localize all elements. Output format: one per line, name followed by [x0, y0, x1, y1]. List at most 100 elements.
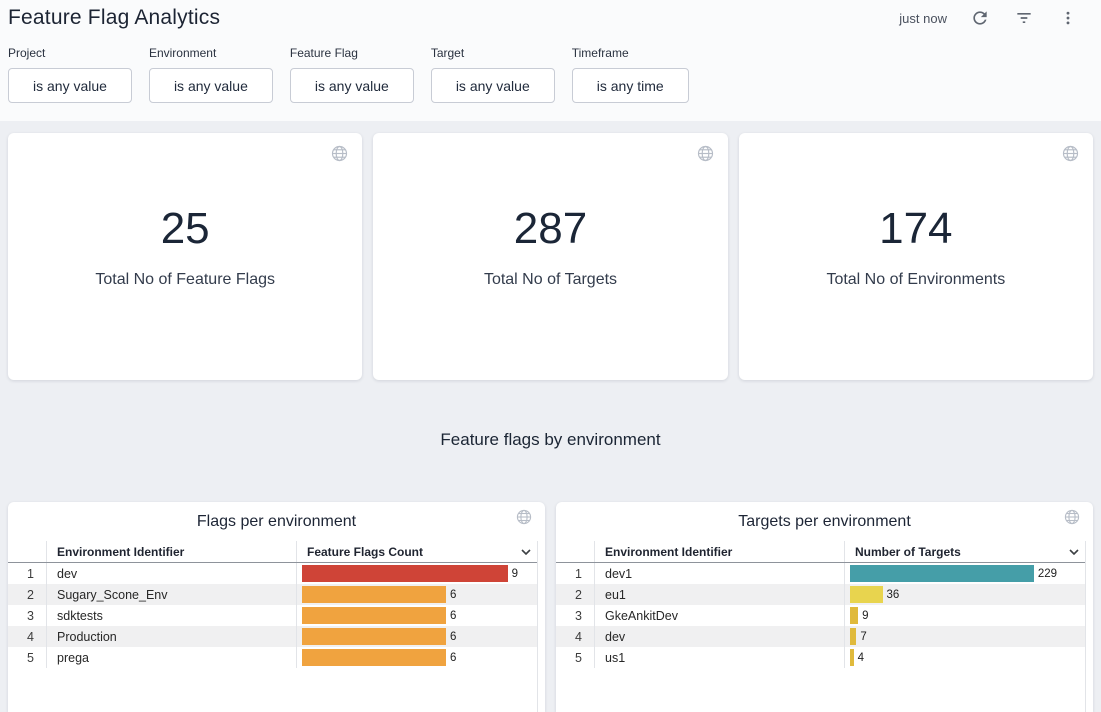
filter-environment-label: Environment — [149, 46, 273, 60]
filter-environment-value-button[interactable]: is any value — [149, 68, 273, 103]
bar-value-label: 36 — [887, 589, 900, 601]
table-card-flags-per-environment: Flags per environment Environment Identi… — [8, 502, 545, 712]
bar — [850, 586, 883, 603]
cell-environment[interactable]: prega — [46, 647, 296, 668]
column-header-environment-identifier: Environment Identifier — [46, 541, 296, 562]
card-title-bar: Targets per environment — [556, 502, 1093, 541]
stat-value: 25 — [95, 204, 275, 254]
table-row[interactable]: 2 eu1 36 — [556, 584, 1093, 605]
filter-timeframe-label: Timeframe — [572, 46, 689, 60]
refresh-icon — [970, 8, 990, 28]
filter-timeframe: Timeframe is any time — [572, 46, 689, 103]
stat-tiles-row: 25 Total No of Feature Flags 287 Total N… — [0, 121, 1101, 380]
bar-value-label: 6 — [450, 610, 456, 622]
cell-count[interactable]: 229 — [844, 563, 1093, 584]
more-menu-button[interactable] — [1057, 7, 1079, 29]
table-row[interactable]: 1 dev1 229 — [556, 563, 1093, 584]
globe-icon — [516, 509, 532, 525]
table-row[interactable]: 3 GkeAnkitDev 9 — [556, 605, 1093, 626]
column-header-number-of-targets: Number of Targets — [844, 541, 1093, 562]
last-refreshed-label: just now — [899, 11, 947, 26]
cell-environment[interactable]: dev1 — [594, 563, 844, 584]
filter-project-value-button[interactable]: is any value — [8, 68, 132, 103]
bar — [850, 628, 856, 645]
table-body: 1 dev1 229 2 eu1 36 3 — [556, 563, 1093, 668]
bar — [302, 607, 446, 624]
filter-target-value-button[interactable]: is any value — [431, 68, 555, 103]
bar-value-label: 4 — [858, 652, 864, 664]
stat-value: 287 — [484, 204, 617, 254]
bar — [850, 565, 1034, 582]
stat-label: Total No of Targets — [484, 271, 617, 289]
cell-environment[interactable]: GkeAnkitDev — [594, 605, 844, 626]
cell-count[interactable]: 6 — [296, 647, 545, 668]
bar-value-label: 9 — [862, 610, 868, 622]
filter-project: Project is any value — [8, 46, 132, 103]
cell-count[interactable]: 4 — [844, 647, 1093, 668]
filter-bar: Project is any value Environment is any … — [8, 46, 1093, 103]
cell-count[interactable]: 9 — [296, 563, 545, 584]
bar — [302, 565, 508, 582]
cell-environment[interactable]: eu1 — [594, 584, 844, 605]
filter-feature-flag: Feature Flag is any value — [290, 46, 414, 103]
bar-value-label: 6 — [450, 652, 456, 664]
globe-icon — [1064, 509, 1080, 525]
bar — [850, 607, 858, 624]
cell-count[interactable]: 6 — [296, 605, 545, 626]
filter-project-label: Project — [8, 46, 132, 60]
cell-environment[interactable]: Production — [46, 626, 296, 647]
chevron-down-icon[interactable] — [1069, 549, 1079, 555]
dashboard-header: Feature Flag Analytics just now — [0, 0, 1101, 121]
bar-value-label: 229 — [1038, 568, 1057, 580]
cell-environment[interactable]: dev — [46, 563, 296, 584]
table-row[interactable]: 2 Sugary_Scone_Env 6 — [8, 584, 545, 605]
table-row[interactable]: 4 Production 6 — [8, 626, 545, 647]
refresh-button[interactable] — [969, 7, 991, 29]
table-header: Environment Identifier Feature Flags Cou… — [8, 541, 545, 563]
cell-count[interactable]: 9 — [844, 605, 1093, 626]
filter-timeframe-value-button[interactable]: is any time — [572, 68, 689, 103]
stat-tile-environments: 174 Total No of Environments — [739, 133, 1093, 380]
table-row[interactable]: 5 us1 4 — [556, 647, 1093, 668]
globe-icon — [697, 145, 714, 162]
kebab-menu-icon — [1059, 9, 1077, 27]
globe-icon — [1062, 145, 1079, 162]
dashboard-filters-button[interactable] — [1013, 7, 1035, 29]
page-title: Feature Flag Analytics — [8, 6, 220, 30]
header-actions: just now — [899, 7, 1093, 29]
cell-count[interactable]: 7 — [844, 626, 1093, 647]
table-scroll-gutter — [1085, 541, 1093, 712]
bar — [850, 649, 854, 666]
bar-value-label: 6 — [450, 589, 456, 601]
table-card-targets-per-environment: Targets per environment Environment Iden… — [556, 502, 1093, 712]
filter-target-label: Target — [431, 46, 555, 60]
table-tiles-row: Flags per environment Environment Identi… — [0, 502, 1101, 712]
stat-label: Total No of Feature Flags — [95, 271, 275, 289]
table-row[interactable]: 5 prega 6 — [8, 647, 545, 668]
section-title: Feature flags by environment — [0, 430, 1101, 450]
chevron-down-icon[interactable] — [521, 549, 531, 555]
filter-environment: Environment is any value — [149, 46, 273, 103]
cell-environment[interactable]: Sugary_Scone_Env — [46, 584, 296, 605]
column-header-feature-flags-count: Feature Flags Count — [296, 541, 545, 562]
cell-environment[interactable]: us1 — [594, 647, 844, 668]
bar-value-label: 9 — [512, 568, 518, 580]
table-scroll-gutter — [537, 541, 545, 712]
cell-environment[interactable]: dev — [594, 626, 844, 647]
stat-value: 174 — [826, 204, 1005, 254]
cell-environment[interactable]: sdktests — [46, 605, 296, 626]
bar — [302, 586, 446, 603]
bar — [302, 649, 446, 666]
filter-target: Target is any value — [431, 46, 555, 103]
table-row[interactable]: 1 dev 9 — [8, 563, 545, 584]
table-row[interactable]: 3 sdktests 6 — [8, 605, 545, 626]
card-title: Flags per environment — [197, 513, 356, 531]
stat-tile-targets: 287 Total No of Targets — [373, 133, 727, 380]
table-row[interactable]: 4 dev 7 — [556, 626, 1093, 647]
table-body: 1 dev 9 2 Sugary_Scone_Env 6 3 — [8, 563, 545, 668]
filter-feature-flag-value-button[interactable]: is any value — [290, 68, 414, 103]
cell-count[interactable]: 6 — [296, 584, 545, 605]
cell-count[interactable]: 6 — [296, 626, 545, 647]
card-title: Targets per environment — [738, 513, 911, 531]
cell-count[interactable]: 36 — [844, 584, 1093, 605]
